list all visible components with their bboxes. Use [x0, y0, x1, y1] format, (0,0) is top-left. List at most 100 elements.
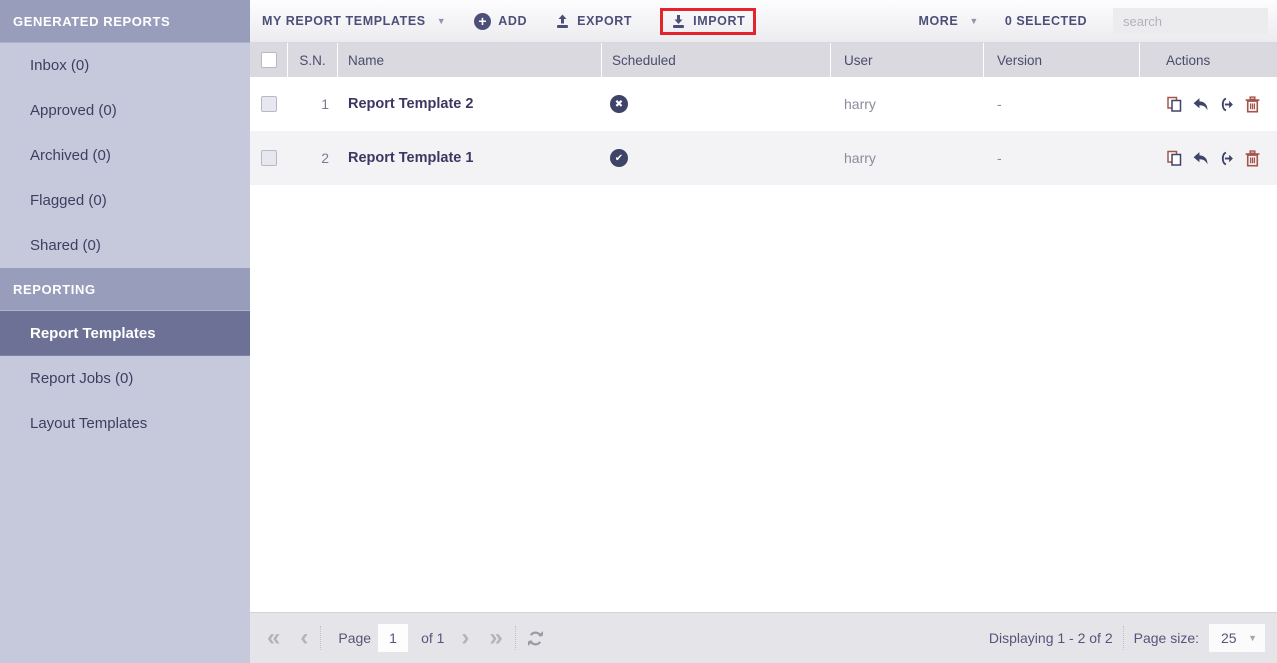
- search-input[interactable]: [1113, 8, 1268, 34]
- row-scheduled-cell: ✔: [602, 149, 831, 167]
- row-checkbox[interactable]: [261, 150, 277, 166]
- separator: [320, 626, 321, 650]
- table-header: S.N. Name Scheduled User Version Actions: [250, 43, 1277, 77]
- row-checkbox-cell: [250, 96, 288, 112]
- toolbar-right: MORE ▼ 0 SELECTED: [918, 8, 1268, 34]
- column-header-actions[interactable]: Actions: [1140, 43, 1277, 77]
- page-of-label: of 1: [421, 630, 444, 646]
- sidebar-item-approved[interactable]: Approved (0): [0, 88, 250, 133]
- sidebar-item-report-jobs[interactable]: Report Jobs (0): [0, 356, 250, 401]
- main-panel: MY REPORT TEMPLATES ▼ + ADD EXPORT: [250, 0, 1277, 663]
- export-row-icon[interactable]: [1218, 150, 1235, 167]
- select-all-checkbox[interactable]: [261, 52, 277, 68]
- column-header-sn[interactable]: S.N.: [288, 43, 338, 77]
- export-button[interactable]: EXPORT: [555, 14, 632, 29]
- row-version: -: [984, 96, 1140, 112]
- row-name[interactable]: Report Template 2: [338, 96, 602, 112]
- app-window: GENERATED REPORTS Inbox (0) Approved (0)…: [0, 0, 1277, 663]
- sidebar-item-flagged[interactable]: Flagged (0): [0, 178, 250, 223]
- table-row[interactable]: 1 Report Template 2 ✖ harry -: [250, 77, 1277, 131]
- revert-icon[interactable]: [1192, 96, 1209, 113]
- separator: [1123, 626, 1124, 650]
- add-button[interactable]: + ADD: [474, 13, 527, 30]
- import-button-label: IMPORT: [693, 14, 745, 28]
- row-version: -: [984, 150, 1140, 166]
- revert-icon[interactable]: [1192, 150, 1209, 167]
- page-size-label: Page size:: [1134, 630, 1199, 646]
- column-header-name[interactable]: Name: [338, 43, 602, 77]
- page-size-select[interactable]: 25 ▼: [1209, 624, 1265, 652]
- export-icon: [555, 14, 570, 29]
- sidebar: GENERATED REPORTS Inbox (0) Approved (0)…: [0, 0, 250, 663]
- delete-icon[interactable]: [1244, 96, 1261, 113]
- page-label: Page: [338, 630, 371, 646]
- row-name[interactable]: Report Template 1: [338, 150, 602, 166]
- sidebar-item-archived[interactable]: Archived (0): [0, 133, 250, 178]
- sidebar-item-label: Inbox (0): [30, 57, 89, 74]
- row-user: harry: [831, 96, 984, 112]
- next-page-button[interactable]: ›: [459, 626, 471, 650]
- table-empty-area: [250, 185, 1277, 612]
- not-scheduled-icon: ✖: [610, 95, 628, 113]
- more-button-label: MORE: [918, 14, 958, 28]
- column-header-scheduled[interactable]: Scheduled: [602, 43, 831, 77]
- sidebar-item-report-templates[interactable]: Report Templates: [0, 311, 250, 356]
- toolbar: MY REPORT TEMPLATES ▼ + ADD EXPORT: [250, 0, 1277, 43]
- row-checkbox[interactable]: [261, 96, 277, 112]
- separator: [515, 626, 516, 650]
- selected-count: 0 SELECTED: [1005, 14, 1087, 28]
- scope-dropdown[interactable]: MY REPORT TEMPLATES ▼: [262, 14, 446, 28]
- export-button-label: EXPORT: [577, 14, 632, 28]
- displaying-text: Displaying 1 - 2 of 2: [989, 630, 1113, 646]
- page-size-value: 25: [1221, 630, 1237, 646]
- prev-page-button[interactable]: ‹: [298, 626, 310, 650]
- sidebar-section-label: GENERATED REPORTS: [13, 14, 170, 29]
- copy-icon[interactable]: [1166, 150, 1183, 167]
- import-highlight-box: IMPORT: [660, 8, 756, 35]
- sidebar-item-label: Layout Templates: [30, 415, 147, 432]
- sidebar-item-label: Approved (0): [30, 102, 117, 119]
- last-page-button[interactable]: »: [487, 626, 504, 650]
- sidebar-section-reporting: REPORTING: [0, 268, 250, 311]
- pagination-bar: « ‹ Page of 1 › » Displaying 1 - 2 of 2: [250, 612, 1277, 663]
- sidebar-item-label: Archived (0): [30, 147, 111, 164]
- import-button[interactable]: IMPORT: [671, 14, 745, 29]
- sidebar-filler: [0, 446, 250, 663]
- row-sn: 2: [288, 150, 338, 166]
- sidebar-item-label: Shared (0): [30, 237, 101, 254]
- sidebar-item-label: Report Templates: [30, 325, 156, 342]
- row-sn: 1: [288, 96, 338, 112]
- sidebar-item-layout-templates[interactable]: Layout Templates: [0, 401, 250, 446]
- chevron-down-icon: ▼: [969, 16, 979, 26]
- row-user: harry: [831, 150, 984, 166]
- column-header-version[interactable]: Version: [984, 43, 1140, 77]
- row-scheduled-cell: ✖: [602, 95, 831, 113]
- pagination-right: Displaying 1 - 2 of 2 Page size: 25 ▼: [989, 624, 1265, 652]
- scope-dropdown-label: MY REPORT TEMPLATES: [262, 14, 426, 28]
- delete-icon[interactable]: [1244, 150, 1261, 167]
- import-icon: [671, 14, 686, 29]
- sidebar-item-inbox[interactable]: Inbox (0): [0, 43, 250, 88]
- sidebar-section-label: REPORTING: [13, 282, 96, 297]
- scheduled-icon: ✔: [610, 149, 628, 167]
- table-row[interactable]: 2 Report Template 1 ✔ harry -: [250, 131, 1277, 185]
- page-number-input[interactable]: [378, 624, 408, 652]
- row-actions: [1140, 96, 1277, 113]
- sidebar-section-generated-reports: GENERATED REPORTS: [0, 0, 250, 43]
- column-header-user[interactable]: User: [831, 43, 984, 77]
- chevron-down-icon: ▼: [1248, 633, 1257, 643]
- more-button[interactable]: MORE ▼: [918, 14, 978, 28]
- add-icon: +: [474, 13, 491, 30]
- refresh-icon[interactable]: [526, 629, 545, 648]
- first-page-button[interactable]: «: [265, 626, 282, 650]
- sidebar-item-label: Report Jobs (0): [30, 370, 133, 387]
- header-checkbox-cell: [250, 43, 288, 77]
- sidebar-item-label: Flagged (0): [30, 192, 107, 209]
- chevron-down-icon: ▼: [437, 16, 447, 26]
- export-row-icon[interactable]: [1218, 96, 1235, 113]
- row-checkbox-cell: [250, 150, 288, 166]
- add-button-label: ADD: [498, 14, 527, 28]
- copy-icon[interactable]: [1166, 96, 1183, 113]
- row-actions: [1140, 150, 1277, 167]
- sidebar-item-shared[interactable]: Shared (0): [0, 223, 250, 268]
